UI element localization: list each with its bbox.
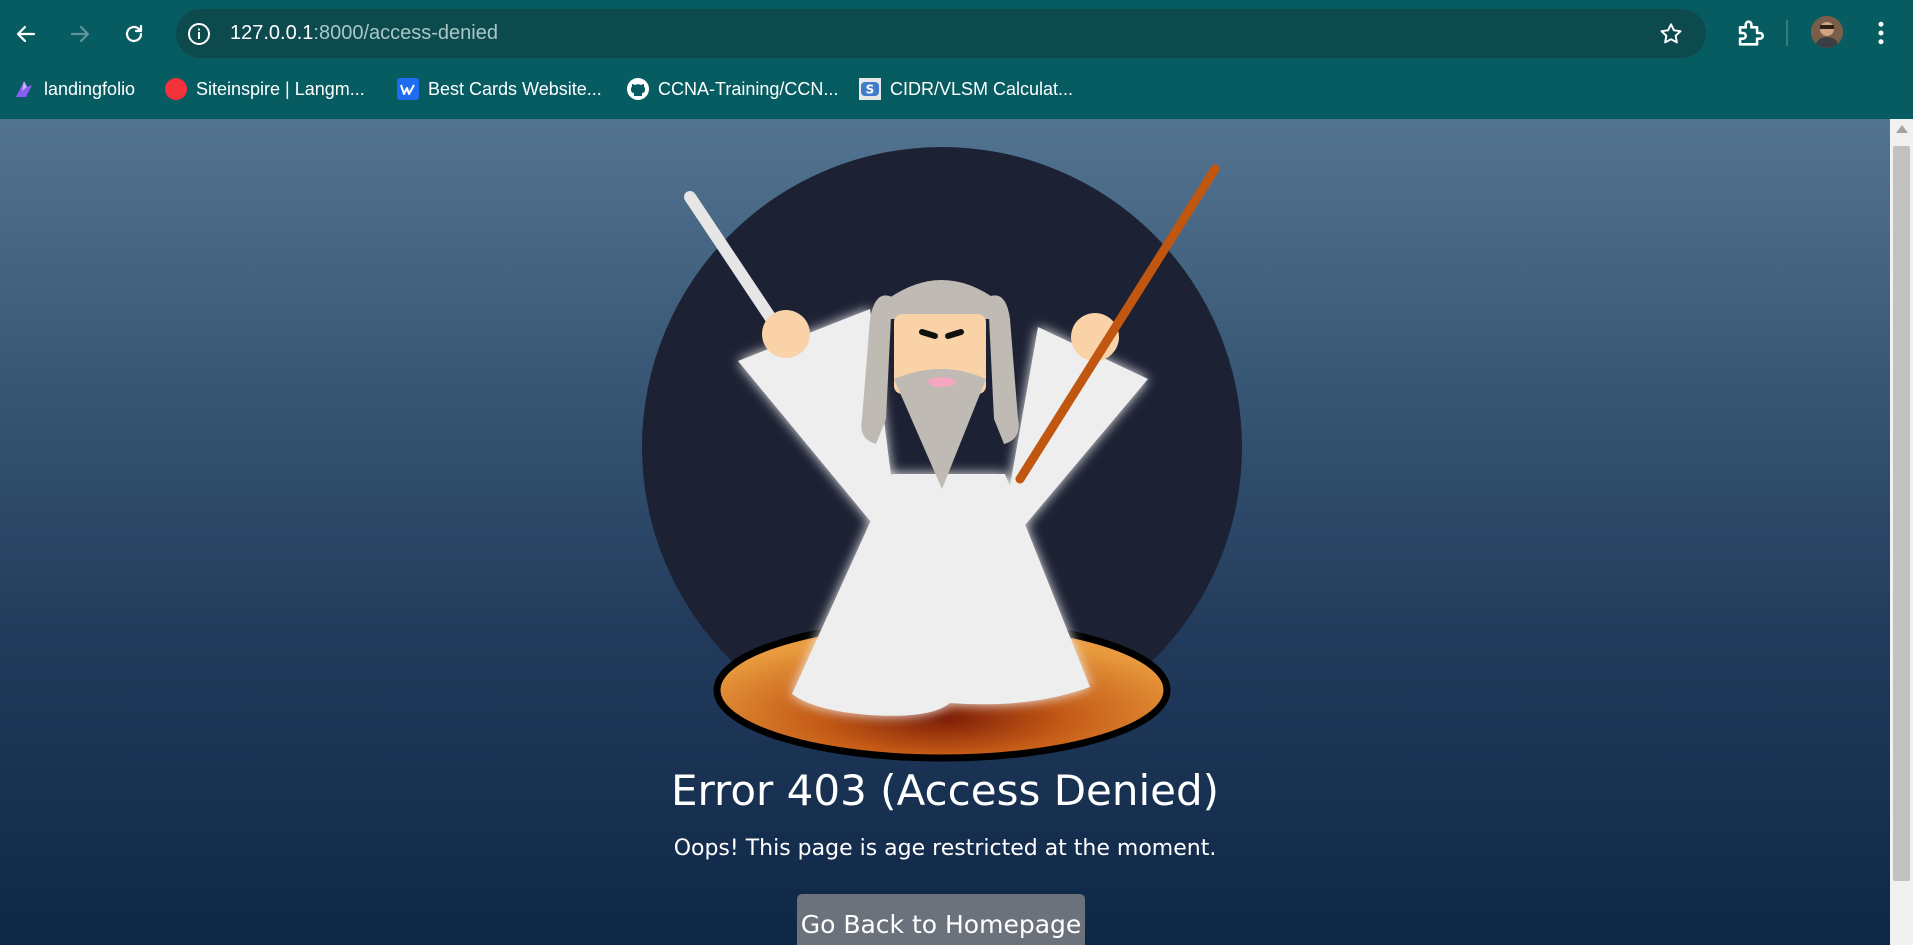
back-button[interactable] (8, 16, 44, 52)
wizard-illustration (642, 147, 1242, 762)
landingfolio-icon (12, 77, 36, 101)
bookmark-cidr-calculator[interactable]: S CIDR/VLSM Calculat... (858, 70, 1073, 108)
bookmark-github-ccna[interactable]: CCNA-Training/CCN... (626, 70, 838, 108)
more-menu-icon[interactable] (1866, 16, 1896, 50)
scroll-up-arrow-icon[interactable] (1896, 125, 1908, 133)
forward-button[interactable] (62, 16, 98, 52)
reload-icon (125, 24, 143, 43)
bookmark-label: CCNA-Training/CCN... (658, 78, 839, 99)
bookmark-label: CIDR/VLSM Calculat... (890, 78, 1074, 99)
address-bar-url[interactable]: 127.0.0.1:8000/access-denied (230, 9, 498, 58)
bookmark-label: landingfolio (44, 78, 136, 99)
webflow-icon (396, 77, 420, 101)
extensions-icon[interactable] (1733, 16, 1767, 50)
bookmark-label: Best Cards Website... (428, 78, 602, 99)
site-info-icon[interactable] (186, 21, 212, 47)
bookmark-star-icon[interactable] (1658, 21, 1684, 47)
browser-chrome: 127.0.0.1:8000/access-denied landingfoli… (0, 0, 1913, 119)
go-back-home-button[interactable]: Go Back to Homepage (797, 894, 1085, 945)
scrollbar-thumb[interactable] (1893, 146, 1910, 881)
arrow-right-icon (70, 25, 90, 43)
bookmarks-bar: landingfolio Siteinspire | Langm... Best… (0, 70, 1913, 108)
left-eye (919, 329, 938, 339)
arrow-left-icon (16, 25, 36, 43)
svg-text:S: S (866, 83, 875, 97)
github-icon (626, 77, 650, 101)
url-host: 127.0.0.1 (230, 22, 314, 44)
bookmark-landingfolio[interactable]: landingfolio (12, 70, 135, 108)
bookmark-siteinspire[interactable]: Siteinspire | Langm... (164, 70, 365, 108)
toolbar-separator (1786, 20, 1788, 46)
right-eye (945, 329, 964, 339)
profile-avatar[interactable] (1811, 16, 1843, 48)
bookmark-best-cards[interactable]: Best Cards Website... (396, 70, 602, 108)
page-viewport: Error 403 (Access Denied) Oops! This pag… (0, 119, 1890, 945)
reload-button[interactable] (116, 16, 152, 52)
url-path: :8000/access-denied (313, 22, 498, 44)
page-scrollbar[interactable] (1890, 119, 1913, 945)
error-title: Error 403 (Access Denied) (670, 766, 1220, 815)
address-bar[interactable]: 127.0.0.1:8000/access-denied (176, 9, 1706, 58)
left-hand (762, 310, 810, 358)
cidr-calculator-icon: S (858, 77, 882, 101)
error-message: Oops! This page is age restricted at the… (673, 836, 1217, 861)
siteinspire-icon (164, 77, 188, 101)
mouth (928, 377, 956, 387)
avatar-icon (1811, 16, 1843, 48)
bookmark-label: Siteinspire | Langm... (196, 78, 365, 99)
